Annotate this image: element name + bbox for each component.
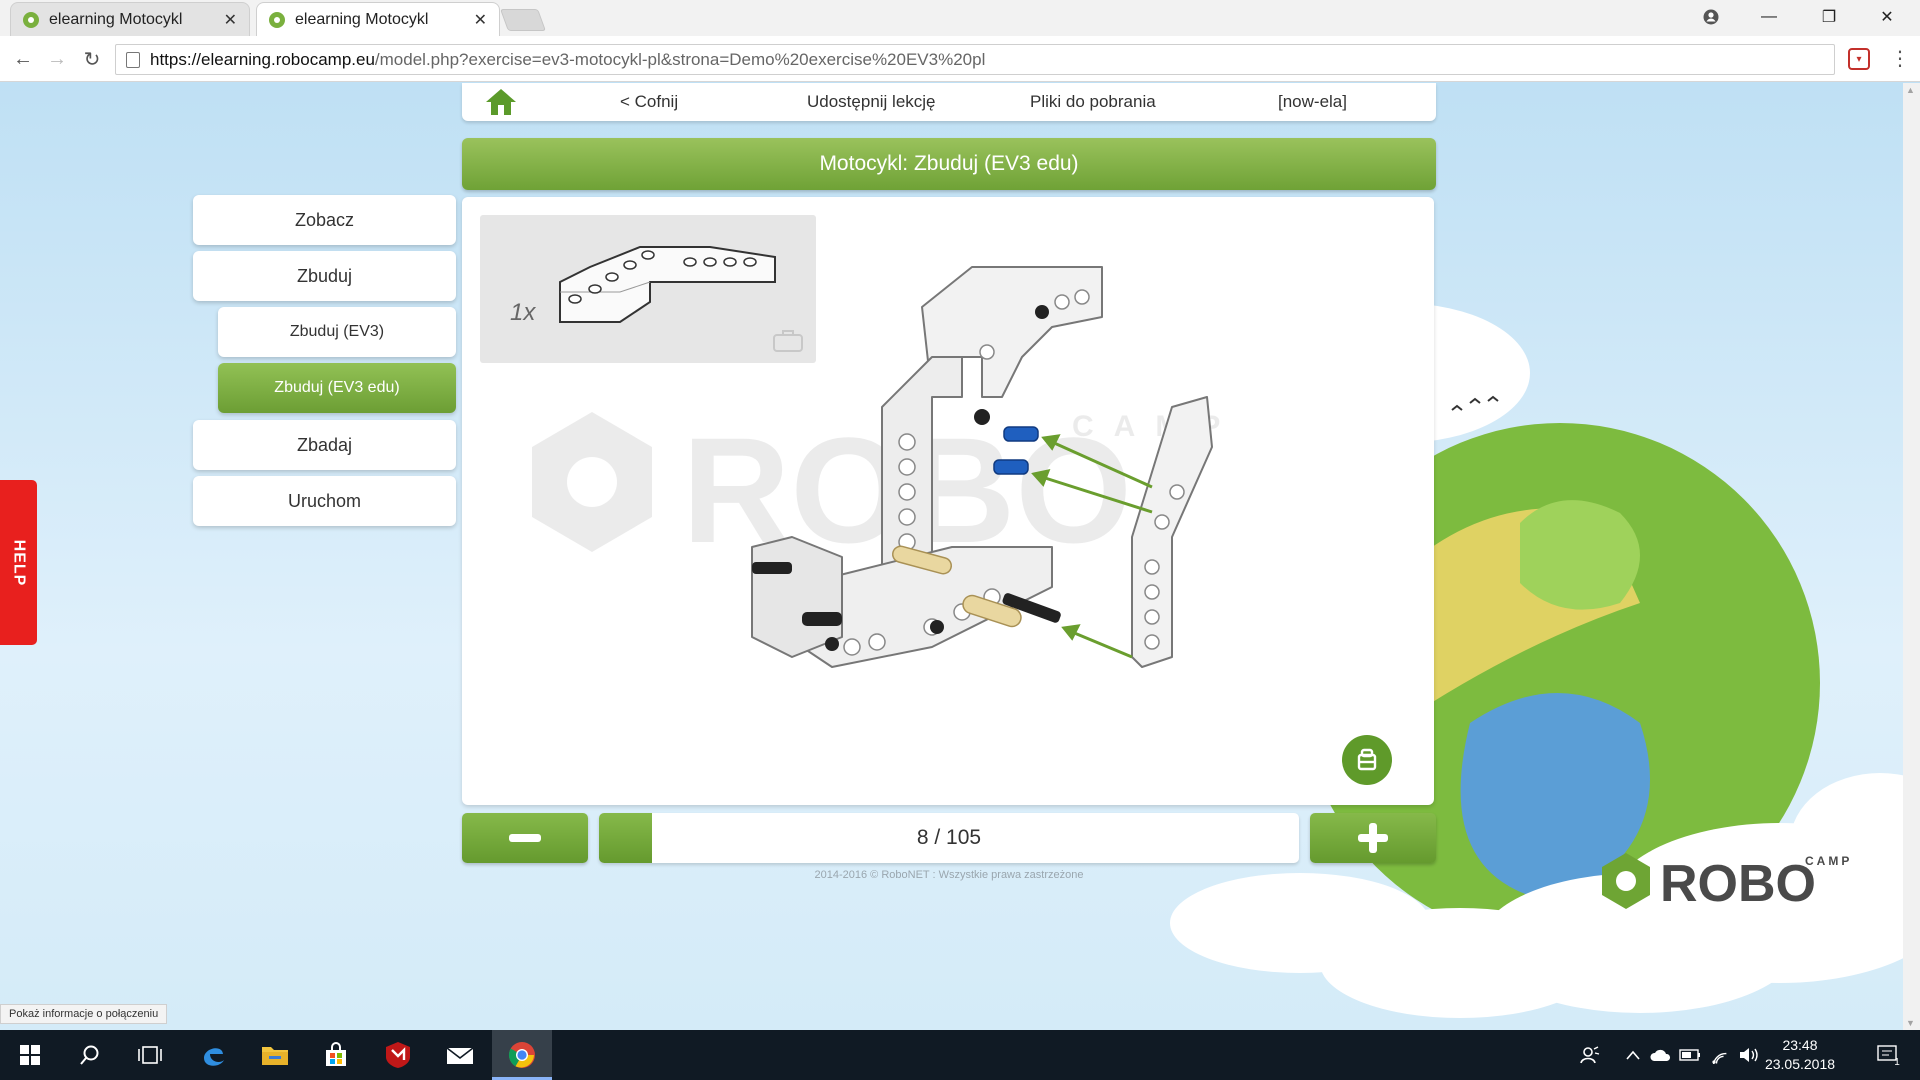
store-icon[interactable] xyxy=(306,1030,366,1080)
wifi-icon[interactable] xyxy=(1707,1030,1733,1080)
next-step-button[interactable] xyxy=(1310,813,1436,863)
logo-sub: CAMP xyxy=(1805,854,1852,868)
file-explorer-icon[interactable] xyxy=(245,1030,305,1080)
profile-icon[interactable] xyxy=(1682,0,1740,34)
step-counter: 8 / 105 xyxy=(916,826,982,849)
mail-icon[interactable] xyxy=(430,1030,490,1080)
start-button[interactable] xyxy=(0,1030,60,1080)
minus-icon xyxy=(509,834,541,842)
clock-time: 23:48 xyxy=(1782,1037,1818,1053)
browser-tab-strip: elearning Motocykl ✕ elearning Motocykl … xyxy=(0,0,1920,36)
plus-icon xyxy=(1358,823,1388,853)
windows-logo-icon xyxy=(20,1045,40,1065)
sidebar-item-uruchom[interactable]: Uruchom xyxy=(193,476,456,526)
part-quantity: 1x xyxy=(510,299,536,326)
browser-tab-active[interactable]: elearning Motocykl ✕ xyxy=(256,2,500,36)
chrome-icon[interactable] xyxy=(492,1030,552,1080)
back-arrow-icon[interactable]: ← xyxy=(8,44,38,74)
sidebar-item-zbuduj[interactable]: Zbuduj xyxy=(193,251,456,301)
task-view-icon[interactable] xyxy=(120,1030,180,1080)
help-label: HELP xyxy=(10,539,28,586)
windows-taskbar: 23:48 23.05.2018 1 xyxy=(0,1030,1920,1080)
people-icon[interactable] xyxy=(1575,1030,1605,1080)
reload-icon[interactable]: ↻ xyxy=(77,44,107,74)
sidebar-item-zbadaj[interactable]: Zbadaj xyxy=(193,420,456,470)
url-host: https://elearning.robocamp.eu xyxy=(150,49,375,69)
previous-step-button[interactable] xyxy=(462,813,588,863)
page-info-icon[interactable] xyxy=(126,51,140,68)
home-icon[interactable] xyxy=(484,87,518,117)
robocamp-favicon xyxy=(269,11,285,28)
extension-shield-icon[interactable]: ▾ xyxy=(1848,48,1870,70)
restore-window-button[interactable]: ❐ xyxy=(1800,0,1858,34)
search-icon[interactable] xyxy=(60,1030,120,1080)
edge-browser-icon[interactable] xyxy=(183,1030,243,1080)
lesson-nav-bar: < Cofnij Udostępnij lekcję Pliki do pobr… xyxy=(462,83,1436,121)
close-window-button[interactable]: ✕ xyxy=(1858,0,1916,34)
tab-title: elearning Motocykl xyxy=(49,10,183,28)
mcafee-icon[interactable] xyxy=(368,1030,428,1080)
address-bar[interactable]: https://elearning.robocamp.eu /model.php… xyxy=(115,44,1835,75)
back-link[interactable]: < Cofnij xyxy=(620,83,678,121)
notification-count: 1 xyxy=(1894,1056,1900,1068)
page-title: Motocykl: Zbuduj (EV3 edu) xyxy=(462,138,1436,190)
sidebar-item-zobacz[interactable]: Zobacz xyxy=(193,195,456,245)
lego-model-illustration xyxy=(751,266,1213,668)
tab-title: elearning Motocykl xyxy=(295,10,429,28)
user-link[interactable]: [now-ela] xyxy=(1278,83,1347,121)
system-clock[interactable]: 23:48 23.05.2018 xyxy=(1760,1036,1840,1074)
step-progress-bar[interactable]: 8 / 105 xyxy=(599,813,1299,863)
share-lesson-link[interactable]: Udostępnij lekcję xyxy=(807,83,936,121)
close-tab-icon[interactable]: ✕ xyxy=(224,10,237,30)
url-path: /model.php?exercise=ev3-motocykl-pl&stro… xyxy=(374,49,986,69)
volume-icon[interactable] xyxy=(1736,1030,1762,1080)
robocamp-favicon xyxy=(23,11,39,28)
downloads-link[interactable]: Pliki do pobrania xyxy=(1030,83,1156,121)
battery-icon[interactable] xyxy=(1677,1030,1703,1080)
browser-menu-icon[interactable]: ⋮ xyxy=(1890,46,1910,71)
notifications-icon[interactable]: 1 xyxy=(1868,1030,1908,1080)
new-tab-button[interactable] xyxy=(499,9,547,31)
forward-arrow-icon[interactable]: → xyxy=(42,44,72,74)
sidebar-item-zbuduj-ev3-edu[interactable]: Zbuduj (EV3 edu) xyxy=(218,363,456,413)
zoom-toggle-button[interactable] xyxy=(1342,735,1392,785)
build-instruction-panel: ROBO CAMP 1x xyxy=(462,197,1434,805)
page-scrollbar[interactable] xyxy=(1903,83,1920,1030)
brick-icon xyxy=(1357,748,1377,771)
chevron-up-icon[interactable] xyxy=(1622,1030,1644,1080)
copyright-text: 2014-2016 © RoboNET : Wszystkie prawa za… xyxy=(814,869,1084,881)
minimize-window-button[interactable]: — xyxy=(1740,0,1798,34)
logo-text: ROBO xyxy=(1660,855,1816,913)
help-tab[interactable]: HELP xyxy=(0,480,37,645)
browser-toolbar: ← → ↻ https://elearning.robocamp.eu /mod… xyxy=(0,36,1920,82)
browser-tab[interactable]: elearning Motocykl ✕ xyxy=(10,2,250,36)
page-viewport: ROBO CAMP < Cofnij Udostępnij lekcję Pli… xyxy=(0,83,1920,1030)
clock-date: 23.05.2018 xyxy=(1764,1056,1836,1072)
close-tab-icon[interactable]: ✕ xyxy=(474,10,487,30)
sidebar-item-zbuduj-ev3[interactable]: Zbuduj (EV3) xyxy=(218,307,456,357)
connection-info-tooltip: Pokaż informacje o połączeniu xyxy=(0,1004,168,1024)
onedrive-cloud-icon[interactable] xyxy=(1648,1030,1674,1080)
